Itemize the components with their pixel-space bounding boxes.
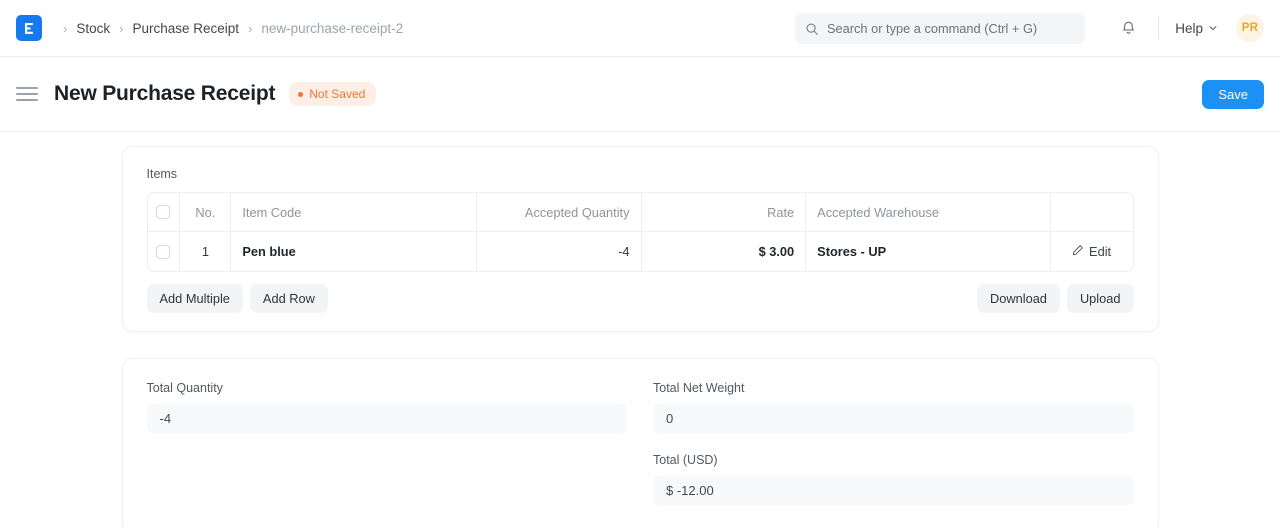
status-badge: Not Saved: [289, 82, 376, 106]
breadcrumb-item-purchase-receipt[interactable]: Purchase Receipt: [132, 21, 239, 36]
total-quantity-value[interactable]: -4: [147, 403, 628, 434]
column-header-rate: Rate: [642, 193, 807, 231]
totals-grid: Total Quantity -4 Total Net Weight 0 Tot…: [147, 381, 1134, 506]
field-total-net-weight: Total Net Weight 0: [653, 381, 1134, 434]
help-menu[interactable]: Help: [1173, 17, 1220, 40]
breadcrumb-item-current: new-purchase-receipt-2: [261, 21, 403, 36]
breadcrumb-item-stock[interactable]: Stock: [76, 21, 110, 36]
bell-icon[interactable]: [1112, 12, 1144, 44]
total-net-weight-label: Total Net Weight: [653, 381, 1134, 395]
cell-item-code[interactable]: Pen blue: [231, 232, 476, 271]
help-label: Help: [1175, 21, 1203, 36]
totals-right-column: Total Net Weight 0 Total (USD) $ -12.00: [653, 381, 1134, 506]
page-title: New Purchase Receipt: [54, 82, 275, 106]
total-usd-value[interactable]: $ -12.00: [653, 475, 1134, 506]
add-multiple-button[interactable]: Add Multiple: [147, 284, 243, 313]
column-header-item-code: Item Code: [231, 193, 476, 231]
status-badge-label: Not Saved: [309, 87, 365, 101]
total-net-weight-value[interactable]: 0: [653, 403, 1134, 434]
add-row-button[interactable]: Add Row: [250, 284, 328, 313]
avatar[interactable]: PR: [1236, 14, 1264, 42]
column-header-no: No.: [180, 193, 231, 231]
items-card: Items No. Item Code Accepted Quantity Ra…: [122, 146, 1159, 332]
hamburger-menu-icon[interactable]: [16, 83, 38, 105]
breadcrumb-separator-0: ›: [63, 22, 67, 35]
items-grid: No. Item Code Accepted Quantity Rate Acc…: [147, 192, 1134, 272]
select-all-cell: [148, 193, 181, 231]
page-body: Items No. Item Code Accepted Quantity Ra…: [0, 132, 1280, 528]
breadcrumb-separator-2: ›: [248, 22, 252, 35]
items-grid-header-row: No. Item Code Accepted Quantity Rate Acc…: [148, 193, 1133, 232]
hamburger-line-1: [16, 87, 38, 89]
cell-no: 1: [180, 232, 231, 271]
search-bar[interactable]: [795, 13, 1085, 44]
items-grid-body: 1 Pen blue -4 $ 3.00 Stores - UP Edit: [148, 232, 1133, 271]
pencil-icon: [1072, 244, 1084, 259]
top-navbar: › Stock › Purchase Receipt › new-purchas…: [0, 0, 1280, 57]
save-button[interactable]: Save: [1202, 80, 1264, 109]
navbar-right-actions: Help PR: [1112, 0, 1264, 56]
breadcrumb-separator-1: ›: [119, 22, 123, 35]
totals-left-column: Total Quantity -4: [147, 381, 628, 506]
page-header: New Purchase Receipt Not Saved Save: [0, 57, 1280, 132]
items-section-label: Items: [147, 167, 1134, 181]
hamburger-line-3: [16, 99, 38, 101]
column-header-accepted-warehouse: Accepted Warehouse: [806, 193, 1050, 231]
download-button[interactable]: Download: [977, 284, 1060, 313]
edit-row-button[interactable]: Edit: [1072, 244, 1111, 259]
items-grid-footer: Add Multiple Add Row Download Upload: [147, 284, 1134, 313]
row-checkbox[interactable]: [156, 245, 170, 259]
items-footer-left-buttons: Add Multiple Add Row: [147, 284, 328, 313]
select-all-checkbox[interactable]: [156, 205, 170, 219]
field-total-usd: Total (USD) $ -12.00: [653, 453, 1134, 506]
items-footer-right-buttons: Download Upload: [977, 284, 1133, 313]
cell-rate[interactable]: $ 3.00: [642, 232, 807, 271]
column-header-actions: [1051, 193, 1133, 231]
upload-button[interactable]: Upload: [1067, 284, 1134, 313]
totals-card: Total Quantity -4 Total Net Weight 0 Tot…: [122, 358, 1159, 528]
total-usd-label: Total (USD): [653, 453, 1134, 467]
table-row[interactable]: 1 Pen blue -4 $ 3.00 Stores - UP Edit: [148, 232, 1133, 271]
row-select-cell: [148, 232, 181, 271]
breadcrumb: › Stock › Purchase Receipt › new-purchas…: [54, 21, 403, 36]
column-header-accepted-quantity: Accepted Quantity: [477, 193, 642, 231]
cell-edit[interactable]: Edit: [1051, 232, 1133, 271]
chevron-down-icon: [1208, 21, 1218, 36]
field-total-quantity: Total Quantity -4: [147, 381, 628, 434]
cell-accepted-quantity[interactable]: -4: [477, 232, 642, 271]
search-icon: [805, 22, 819, 36]
edit-row-label: Edit: [1089, 244, 1111, 259]
search-input[interactable]: [827, 21, 1075, 36]
status-dot-icon: [298, 92, 303, 97]
erpnext-logo-icon[interactable]: [16, 15, 42, 41]
cell-accepted-warehouse[interactable]: Stores - UP: [806, 232, 1050, 271]
total-quantity-label: Total Quantity: [147, 381, 628, 395]
hamburger-line-2: [16, 93, 38, 95]
navbar-divider: [1158, 17, 1159, 39]
